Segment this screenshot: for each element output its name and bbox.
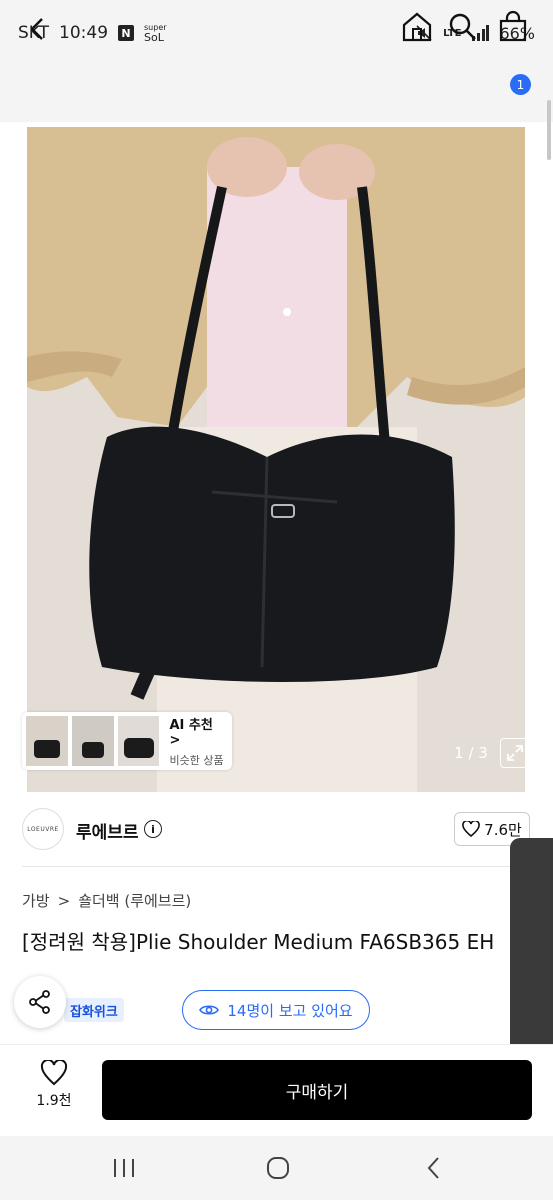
sol-app-icon: super SoL: [144, 23, 167, 43]
breadcrumb: 가방 > 숄더백 (루에브르): [22, 890, 191, 911]
ai-recommendation-subtitle: 비슷한 상품: [169, 754, 224, 767]
similar-thumb-1[interactable]: [26, 716, 68, 766]
circle-home-icon: [267, 1157, 289, 1179]
brand-name[interactable]: 루에브르: [76, 818, 139, 843]
page-scrollbar[interactable]: [547, 100, 551, 160]
search-icon: [449, 13, 476, 40]
system-back-button[interactable]: [420, 1154, 448, 1182]
heart-icon: [462, 821, 480, 837]
side-floating-panel[interactable]: [510, 838, 553, 1062]
chevron-left-icon: [30, 18, 43, 40]
ai-recommendation-strip[interactable]: AI 추천 > 비슷한 상품: [22, 712, 232, 770]
ai-recommendation-text: AI 추천 > 비슷한 상품: [169, 714, 228, 768]
expand-icon: [507, 745, 523, 761]
brand-logo[interactable]: LOEUVRE: [22, 808, 64, 850]
breadcrumb-item-shoulder-bag[interactable]: 숄더백 (루에브르): [78, 890, 191, 911]
similar-thumb-2[interactable]: [71, 716, 114, 766]
home-button[interactable]: [400, 10, 434, 44]
app-header: [0, 66, 553, 122]
divider: [22, 866, 532, 867]
shopping-bag-icon: [499, 10, 527, 42]
share-icon: [29, 990, 50, 1014]
thumb-bag-icon: [117, 716, 160, 766]
cart-count-badge: 1: [510, 74, 531, 95]
viewers-pill: 14명이 보고 있어요: [182, 990, 370, 1030]
similar-thumb-3[interactable]: [117, 716, 160, 766]
ai-recommendation-title: AI 추천 >: [169, 718, 213, 748]
heart-icon: [40, 1060, 68, 1086]
wishlist-button[interactable]: 1.9천: [20, 1060, 88, 1120]
clock: 10:49: [59, 23, 109, 43]
event-badge: 잡화위크: [64, 998, 124, 1022]
product-photo-illustration: [27, 127, 525, 792]
expand-image-button[interactable]: [500, 738, 530, 768]
breadcrumb-separator: >: [57, 891, 71, 910]
thumb-bag-icon: [71, 716, 114, 766]
share-button[interactable]: [14, 976, 66, 1028]
eye-icon: [199, 1005, 220, 1015]
breadcrumb-item-bag[interactable]: 가방: [22, 890, 50, 911]
system-home-button[interactable]: [264, 1154, 292, 1182]
back-button[interactable]: [20, 12, 54, 46]
chevron-left-icon: [427, 1157, 439, 1179]
home-icon: [402, 12, 432, 42]
brand-like-count: 7.6만: [484, 820, 522, 839]
image-counter: 1 / 3: [454, 744, 488, 762]
info-icon[interactable]: i: [144, 820, 162, 838]
sol-bottom-text: SoL: [144, 31, 164, 44]
search-button[interactable]: [446, 10, 480, 44]
product-title: [정려원 착용]Plie Shoulder Medium FA6SB365 EH: [22, 930, 495, 954]
viewers-text: 14명이 보고 있어요: [227, 1001, 353, 1020]
buy-button[interactable]: 구매하기: [102, 1060, 532, 1120]
cart-button[interactable]: [496, 10, 530, 44]
recents-button[interactable]: [110, 1154, 138, 1182]
recents-icon: [114, 1159, 134, 1177]
wishlist-count: 1.9천: [36, 1093, 72, 1109]
thumb-bag-icon: [26, 716, 68, 766]
product-image[interactable]: [27, 127, 525, 792]
naver-app-icon: N: [118, 25, 135, 41]
